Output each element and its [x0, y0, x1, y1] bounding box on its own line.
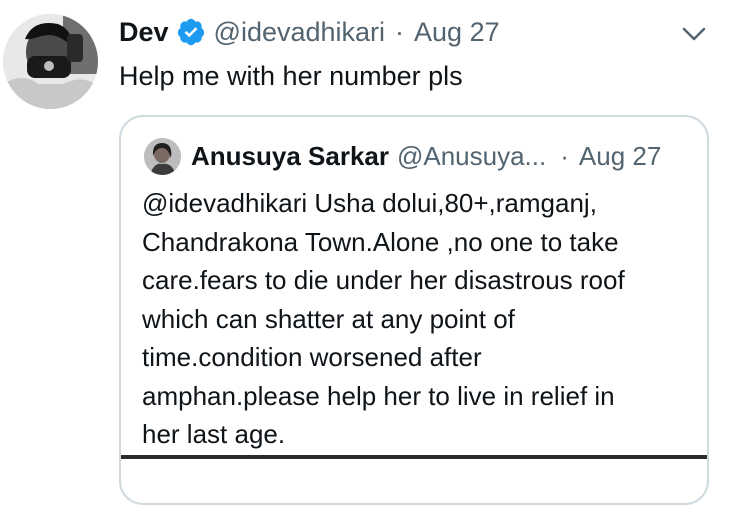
separator-dot: · — [395, 17, 405, 47]
quoted-date[interactable]: Aug 27 — [579, 139, 661, 173]
quoted-text-line: her last age. — [142, 419, 286, 449]
verified-badge-icon — [176, 17, 206, 47]
anusuya-avatar[interactable] — [144, 138, 181, 175]
quoted-text-line: which can shatter at any point of — [142, 303, 515, 334]
quoted-tweet-text: @idevadhikari Usha dolui,80+,ramganj, Ch… — [142, 184, 702, 454]
quoted-text-line: care.fears to die under her disastrous r… — [142, 265, 625, 295]
avatar-photo-icon — [144, 138, 181, 175]
quoted-display-name[interactable]: Anusuya Sarkar — [191, 139, 389, 173]
quoted-text-line: time.condition worsened after — [142, 342, 482, 372]
tweet-header: Dev @idevadhikari · Aug 27 — [119, 15, 500, 49]
quoted-tweet-header: Anusuya Sarkar @Anusuya... · Aug 27 — [191, 139, 661, 173]
quoted-text-line: Chandrakona Town.Alone ,no one to take — [142, 226, 619, 257]
quoted-separator-dot: · — [560, 141, 569, 171]
quoted-text-line: amphan.please help her to live in relief… — [142, 380, 615, 411]
tweet-date[interactable]: Aug 27 — [414, 15, 500, 49]
quoted-handle[interactable]: @Anusuya... — [397, 139, 546, 173]
quoted-media-preview[interactable] — [121, 455, 707, 459]
tweet-text: Help me with her number pls — [119, 61, 463, 91]
quoted-tweet[interactable]: Anusuya Sarkar @Anusuya... · Aug 27 @ide… — [119, 115, 709, 505]
handle[interactable]: @idevadhikari — [214, 15, 386, 49]
dev-avatar[interactable] — [3, 14, 98, 109]
display-name[interactable]: Dev — [119, 15, 169, 49]
quoted-text-line: @idevadhikari Usha dolui,80+,ramganj, — [142, 188, 597, 218]
avatar-photo-icon — [3, 14, 98, 109]
chevron-down-icon[interactable] — [680, 20, 708, 48]
tweet[interactable]: Dev @idevadhikari · Aug 27 Help me with … — [0, 0, 741, 505]
